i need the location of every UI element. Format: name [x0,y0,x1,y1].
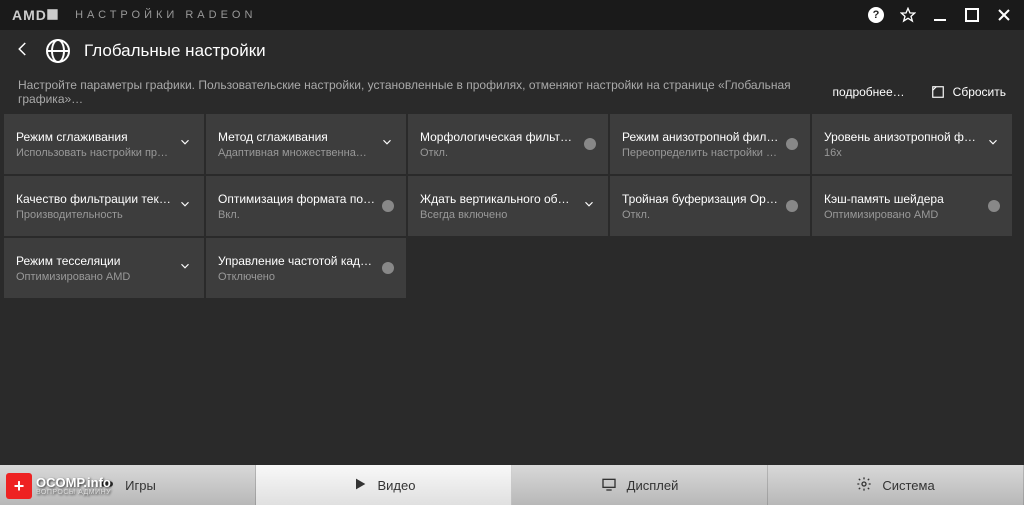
settings-grid: Режим сглаживания Использовать настройки… [0,112,1024,300]
card-title: Уровень анизотропной фил… [824,130,980,144]
setting-card[interactable]: Качество фильтрации текстур Производител… [4,176,204,236]
chevron-down-icon [178,197,192,216]
brand-logo: AMD⯀ НАСТРОЙКИ RADEON [12,7,256,24]
card-title: Кэш-память шейдера [824,192,982,206]
close-icon[interactable] [996,7,1012,23]
setting-card[interactable]: Режим анизотропной фильт… Переопределить… [610,114,810,174]
page-header: Глобальные настройки [0,30,1024,72]
app-title: НАСТРОЙКИ RADEON [75,9,256,21]
card-title: Метод сглаживания [218,130,374,144]
maximize-icon[interactable] [964,7,980,23]
card-value: Вкл. [218,209,376,221]
tab-label: Дисплей [627,478,679,493]
toggle-indicator[interactable] [988,200,1000,212]
reset-label: Сбросить [953,85,1006,99]
card-value: Адаптивная множественна… [218,147,374,159]
chevron-down-icon [582,197,596,216]
titlebar: AMD⯀ НАСТРОЙКИ RADEON ? [0,0,1024,30]
card-title: Управление частотой кадров [218,254,376,268]
display-icon [601,476,617,495]
setting-card[interactable]: Режим сглаживания Использовать настройки… [4,114,204,174]
chevron-down-icon [380,135,394,154]
footer-tabs: Игры Видео Дисплей Система [0,465,1024,505]
gear-icon [856,476,872,495]
toggle-indicator[interactable] [584,138,596,150]
watermark: + OCOMP.info ВОПРОСЫ АДМИНУ [6,473,111,499]
card-title: Режим сглаживания [16,130,172,144]
setting-card[interactable]: Метод сглаживания Адаптивная множественн… [206,114,406,174]
help-icon[interactable]: ? [868,7,884,23]
card-value: Производительность [16,209,172,221]
card-value: Оптимизировано AMD [824,209,982,221]
more-link[interactable]: подробнее… [833,85,905,99]
toggle-indicator[interactable] [382,200,394,212]
info-bar: Настройте параметры графики. Пользовател… [0,72,1024,112]
card-value: Переопределить настройки … [622,147,780,159]
card-value: Всегда включено [420,209,576,221]
back-button[interactable] [14,40,32,63]
tab-display[interactable]: Дисплей [512,465,768,505]
toggle-indicator[interactable] [786,200,798,212]
card-title: Качество фильтрации текстур [16,192,172,206]
tab-play[interactable]: Видео [256,465,512,505]
card-title: Ждать вертикального обно… [420,192,576,206]
card-title: Тройная буферизация Open… [622,192,780,206]
setting-card[interactable]: Тройная буферизация Open… Откл. [610,176,810,236]
favorite-icon[interactable] [900,7,916,23]
card-value: Оптимизировано AMD [16,271,172,283]
card-value: Откл. [622,209,780,221]
card-value: Отключено [218,271,376,283]
amd-logo: AMD⯀ [12,7,59,24]
setting-card[interactable]: Кэш-память шейдера Оптимизировано AMD [812,176,1012,236]
tab-gear[interactable]: Система [768,465,1024,505]
watermark-main: OCOMP.info [36,476,111,489]
setting-card[interactable]: Режим тесселяции Оптимизировано AMD [4,238,204,298]
info-text: Настройте параметры графики. Пользовател… [18,78,833,106]
play-icon [352,476,368,495]
reset-button[interactable]: Сбросить [931,85,1006,99]
card-value: Использовать настройки пр… [16,147,172,159]
chevron-down-icon [178,259,192,278]
globe-icon [46,39,70,63]
card-title: Морфологическая фильтра… [420,130,578,144]
toggle-indicator[interactable] [786,138,798,150]
card-value: 16x [824,147,980,159]
minimize-icon[interactable] [932,7,948,23]
watermark-sub: ВОПРОСЫ АДМИНУ [36,489,111,496]
setting-card[interactable]: Морфологическая фильтра… Откл. [408,114,608,174]
card-title: Режим анизотропной фильт… [622,130,780,144]
tab-label: Игры [125,478,156,493]
setting-card[interactable]: Управление частотой кадров Отключено [206,238,406,298]
setting-card[interactable]: Оптимизация формата пове… Вкл. [206,176,406,236]
watermark-badge: + [6,473,32,499]
card-title: Оптимизация формата пове… [218,192,376,206]
tab-label: Система [882,478,934,493]
page-title: Глобальные настройки [84,41,266,61]
chevron-down-icon [178,135,192,154]
chevron-down-icon [986,135,1000,154]
setting-card[interactable]: Ждать вертикального обно… Всегда включен… [408,176,608,236]
tab-label: Видео [378,478,416,493]
card-value: Откл. [420,147,578,159]
toggle-indicator[interactable] [382,262,394,274]
card-title: Режим тесселяции [16,254,172,268]
setting-card[interactable]: Уровень анизотропной фил… 16x [812,114,1012,174]
